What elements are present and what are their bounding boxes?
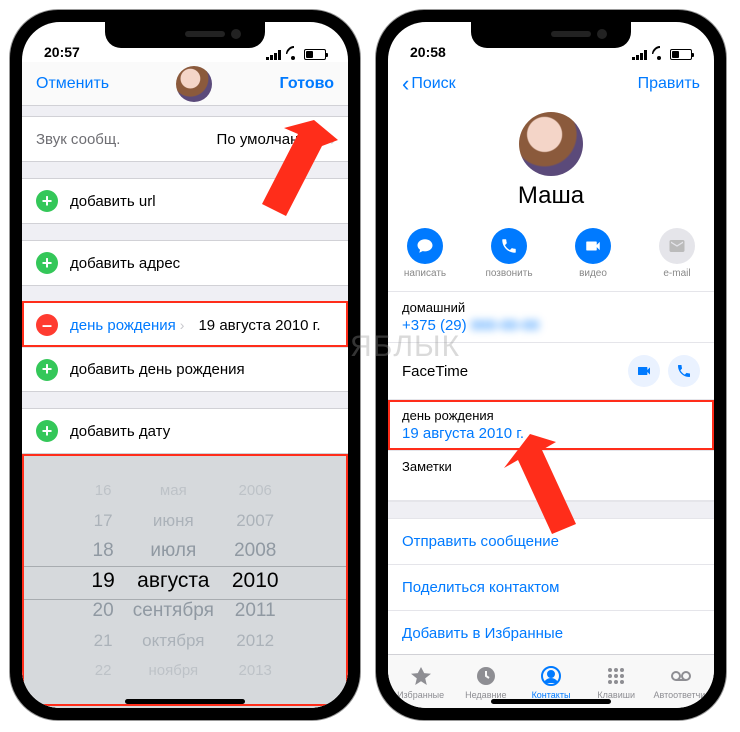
signal-icon [632, 50, 648, 60]
tab-keypad-label: Клавиши [597, 690, 635, 700]
contact-navbar: ‹ Поиск Править [388, 62, 714, 106]
wifi-icon [652, 50, 666, 60]
birthday-value: 19 августа 2010 г. [198, 317, 320, 334]
star-icon [409, 664, 433, 688]
tab-favorites[interactable]: Избранные [388, 655, 453, 708]
clock-icon [474, 664, 498, 688]
edit-contact-navbar: Отменить Готово [22, 62, 348, 106]
status-time: 20:58 [410, 44, 446, 60]
facetime-row: FaceTime [388, 343, 714, 400]
annotation-arrow [486, 432, 596, 552]
voicemail-icon [669, 664, 693, 688]
picker-month-column[interactable]: мая июня июля августа сентября октября н… [133, 476, 214, 708]
picker-day-column[interactable]: 16 17 18 19 20 21 22 [91, 476, 114, 708]
battery-icon [304, 49, 326, 60]
plus-icon[interactable]: + [36, 359, 58, 381]
add-date-label: добавить дату [70, 423, 170, 440]
facetime-video-button[interactable] [628, 355, 660, 387]
keypad-icon [604, 664, 628, 688]
add-address-label: добавить адрес [70, 255, 180, 272]
call-action[interactable]: позвонить [478, 228, 540, 279]
cancel-button[interactable]: Отменить [36, 75, 109, 93]
phone-number: +375 (29) 000-00-00 [402, 317, 700, 334]
add-favorite-link[interactable]: Добавить в Избранные [388, 611, 714, 654]
tab-contacts-label: Контакты [532, 690, 571, 700]
add-url-label: добавить url [70, 193, 156, 210]
call-label: позвонить [485, 268, 532, 279]
battery-icon [670, 49, 692, 60]
notch [471, 22, 631, 48]
home-indicator[interactable] [125, 699, 245, 704]
annotation-arrow [228, 118, 338, 238]
add-birthday-row[interactable]: + добавить день рождения [22, 347, 348, 391]
message-action[interactable]: написать [394, 228, 456, 279]
facetime-audio-button[interactable] [668, 355, 700, 387]
contact-icon [539, 664, 563, 688]
back-label: Поиск [411, 75, 455, 93]
signal-icon [266, 50, 282, 60]
mail-label: e-mail [663, 268, 690, 279]
tab-recents-label: Недавние [465, 690, 506, 700]
add-date-row[interactable]: + добавить дату [22, 409, 348, 453]
add-birthday-label: добавить день рождения [70, 361, 245, 378]
phone-type-label: домашний [402, 300, 700, 315]
edit-button[interactable]: Править [638, 75, 700, 93]
add-address-row[interactable]: + добавить адрес [22, 241, 348, 285]
facetime-label: FaceTime [402, 363, 620, 380]
mail-action: e-mail [646, 228, 708, 279]
date-picker[interactable]: 16 17 18 19 20 21 22 мая июня июля [22, 454, 348, 708]
notch [105, 22, 265, 48]
message-label: написать [404, 268, 446, 279]
contact-name: Маша [518, 182, 584, 210]
tab-voicemail-label: Автоответчик [654, 690, 710, 700]
chevron-right-icon: › [180, 317, 185, 333]
plus-icon[interactable]: + [36, 252, 58, 274]
done-button[interactable]: Готово [280, 75, 334, 93]
birthday-row[interactable]: – день рождения › 19 августа 2010 г. [22, 303, 348, 347]
video-label: видео [579, 268, 607, 279]
avatar[interactable] [176, 66, 212, 102]
minus-icon[interactable]: – [36, 314, 58, 336]
picker-year-column[interactable]: 2006 2007 2008 2010 2011 2012 2013 [232, 476, 279, 708]
plus-icon[interactable]: + [36, 190, 58, 212]
phone-right: 20:58 ‹ Поиск Править Маша [376, 10, 726, 720]
text-tone-label: Звук сообщ. [36, 131, 120, 148]
message-icon [407, 228, 443, 264]
video-icon [575, 228, 611, 264]
picker-month-selected: августа [137, 566, 209, 596]
plus-icon[interactable]: + [36, 420, 58, 442]
phone-section[interactable]: домашний +375 (29) 000-00-00 [388, 292, 714, 343]
phone-left: 20:57 Отменить Готово Звук сообщ. По умо… [10, 10, 360, 720]
avatar[interactable] [519, 112, 583, 176]
contact-header: Маша [388, 106, 714, 220]
picker-day-selected: 19 [91, 566, 114, 596]
phone-icon [491, 228, 527, 264]
mail-icon [659, 228, 695, 264]
home-indicator[interactable] [491, 699, 611, 704]
contact-actions: написать позвонить видео e-mail [388, 220, 714, 292]
picker-year-selected: 2010 [232, 566, 279, 596]
back-button[interactable]: ‹ Поиск [402, 71, 456, 97]
birthday-label[interactable]: день рождения [70, 317, 176, 334]
status-time: 20:57 [44, 44, 80, 60]
video-action[interactable]: видео [562, 228, 624, 279]
tab-voicemail[interactable]: Автоответчик [649, 655, 714, 708]
wifi-icon [286, 50, 300, 60]
chevron-left-icon: ‹ [402, 71, 409, 97]
share-contact-link[interactable]: Поделиться контактом [388, 565, 714, 611]
birthday-label: день рождения [402, 408, 700, 423]
tab-favorites-label: Избранные [397, 690, 444, 700]
